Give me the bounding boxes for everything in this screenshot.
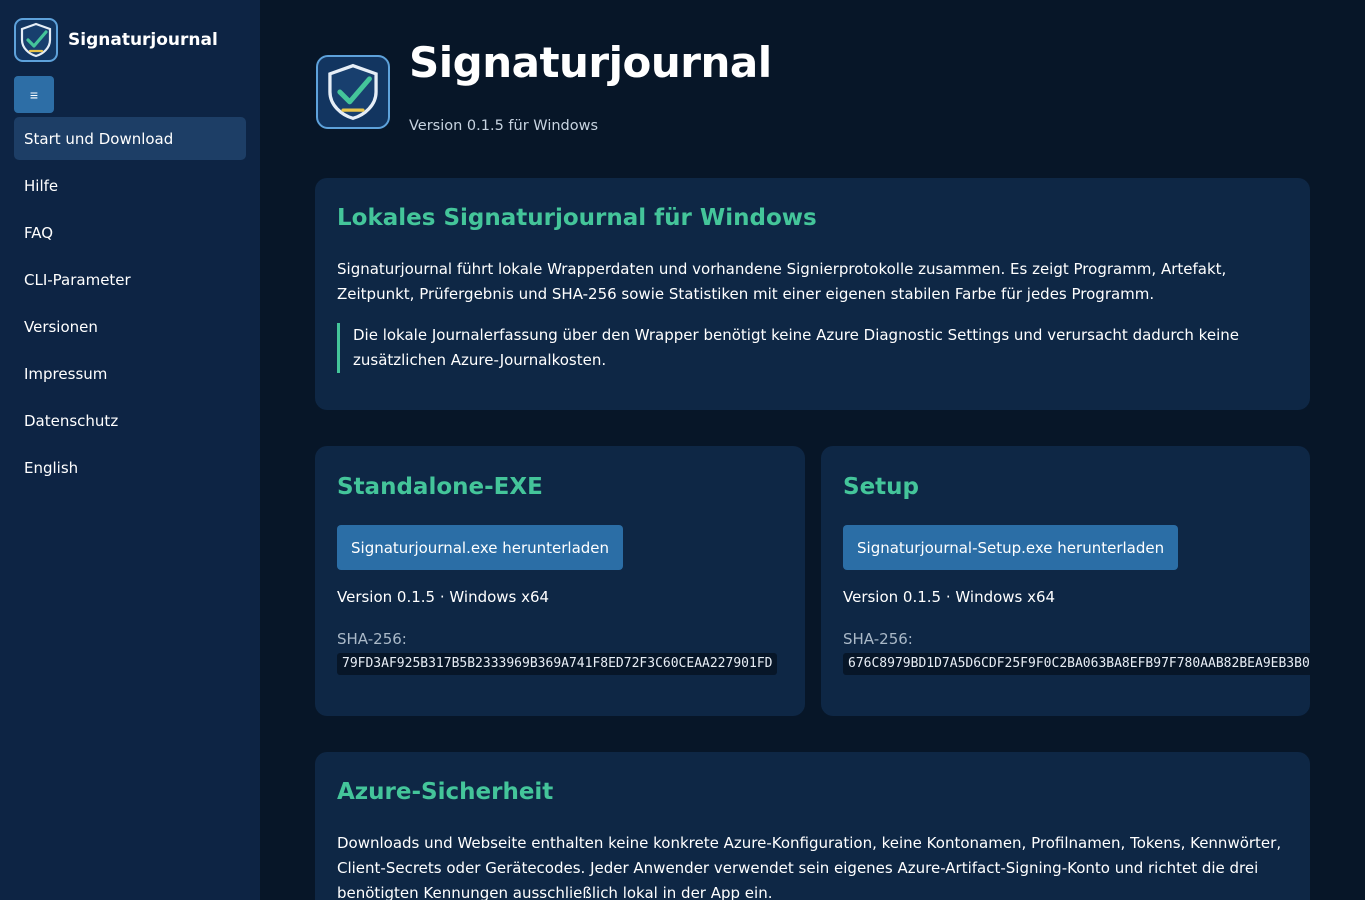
setup-sha-label: SHA-256: <box>843 630 913 648</box>
standalone-meta: Version 0.1.5 · Windows x64 <box>337 588 550 606</box>
intro-heading: Lokales Signaturjournal für Windows <box>337 205 817 231</box>
standalone-card: Standalone-EXE Signaturjournal.exe herun… <box>315 446 805 716</box>
setup-card: Setup Signaturjournal-Setup.exe herunter… <box>821 446 1310 716</box>
security-text: Downloads und Webseite enthalten keine k… <box>337 834 1282 900</box>
setup-heading: Setup <box>843 474 919 500</box>
shield-check-icon <box>14 18 58 62</box>
sidebar: Signaturjournal ≡ Start und Download Hil… <box>0 0 260 900</box>
setup-meta: Version 0.1.5 · Windows x64 <box>843 588 1056 606</box>
security-heading: Azure-Sicherheit <box>337 779 554 805</box>
brand[interactable]: Signaturjournal <box>14 18 218 62</box>
setup-sha-value: 676C8979BD1D7A5D6CDF25F9F0C2BA063BA8EFB9… <box>843 653 1310 675</box>
download-exe-button[interactable]: Signaturjournal.exe herunterladen <box>337 525 624 570</box>
intro-text: Signaturjournal führt lokale Wrapperdate… <box>337 260 1227 303</box>
sidebar-item-cli-parameter[interactable]: CLI-Parameter <box>14 258 246 301</box>
sidebar-item-start-und-download[interactable]: Start und Download <box>14 117 246 160</box>
intro-note: Die lokale Journalerfassung über den Wra… <box>337 323 1287 373</box>
sidebar-item-versionen[interactable]: Versionen <box>14 305 246 348</box>
page-title: Signaturjournal <box>409 38 772 87</box>
main-content: Signaturjournal Version 0.1.5 für Window… <box>260 0 1365 900</box>
shield-check-icon <box>316 55 390 129</box>
standalone-sha-value: 79FD3AF925B317B5B2333969B369A741F8ED72F3… <box>337 653 778 675</box>
page-subtitle: Version 0.1.5 für Windows <box>409 118 599 134</box>
brand-name: Signaturjournal <box>68 30 218 50</box>
menu-toggle-button[interactable]: ≡ <box>14 76 54 113</box>
standalone-sha-label: SHA-256: <box>337 630 407 648</box>
sidebar-item-faq[interactable]: FAQ <box>14 211 246 254</box>
sidebar-item-english[interactable]: English <box>14 446 246 489</box>
sidebar-item-impressum[interactable]: Impressum <box>14 352 246 395</box>
security-card: Azure-Sicherheit Downloads und Webseite … <box>315 752 1310 900</box>
sidebar-item-hilfe[interactable]: Hilfe <box>14 164 246 207</box>
standalone-heading: Standalone-EXE <box>337 474 543 500</box>
download-setup-button[interactable]: Signaturjournal-Setup.exe herunterladen <box>843 525 1179 570</box>
intro-card: Lokales Signaturjournal für Windows Sign… <box>315 178 1310 410</box>
sidebar-nav: Start und Download Hilfe FAQ CLI-Paramet… <box>14 117 246 493</box>
sidebar-item-datenschutz[interactable]: Datenschutz <box>14 399 246 442</box>
